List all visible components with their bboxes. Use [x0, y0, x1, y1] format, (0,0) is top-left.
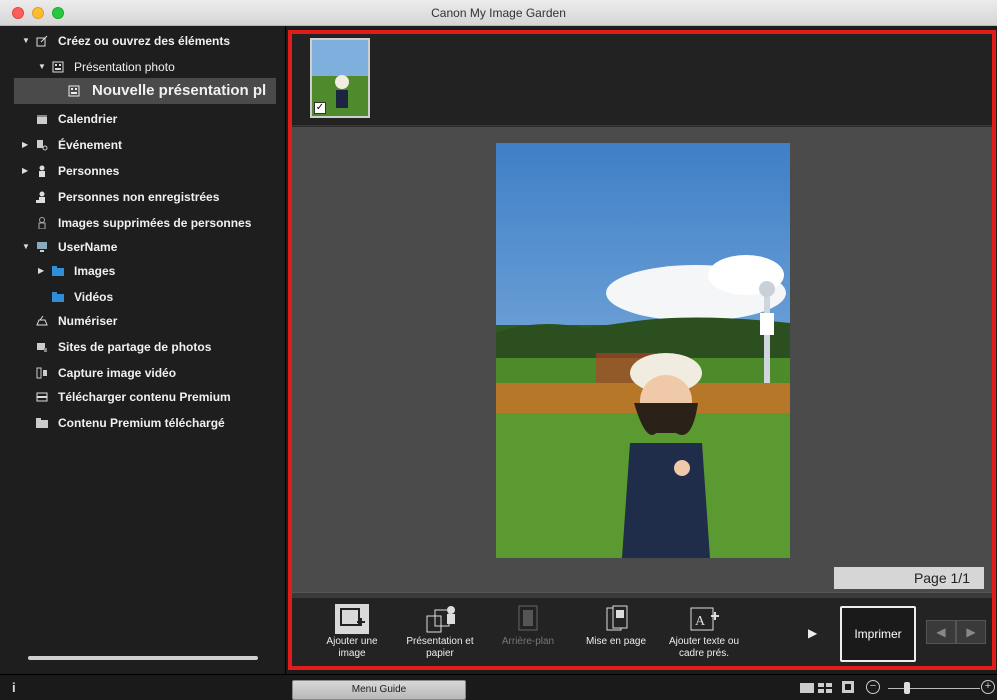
edit-toolbar: Ajouter une image Présentation et papier…: [292, 598, 992, 666]
sidebar-item-photo-sharing[interactable]: Sites de partage de photos: [22, 336, 282, 358]
sidebar-item-download-premium[interactable]: Télécharger contenu Premium: [22, 386, 282, 408]
main-edit-area: ✓ Page 1/1 Ajouter une image Présentatio…: [288, 30, 996, 670]
title-bar: Canon My Image Garden: [0, 0, 997, 26]
page-layout-icon: [606, 605, 628, 631]
sidebar-item-label: Événement: [58, 138, 123, 152]
person-icon: [39, 165, 45, 177]
sidebar-item-username[interactable]: ▼ UserName: [22, 236, 282, 258]
zoom-in-button[interactable]: +: [981, 680, 995, 694]
background-label: Arrière-plan: [501, 636, 555, 647]
calendar-icon: [37, 115, 47, 124]
sidebar-item-label: Sites de partage de photos: [58, 340, 212, 354]
add-image-button[interactable]: Ajouter une image: [312, 602, 392, 666]
video-capture-icon: [36, 367, 47, 379]
sidebar-item-calendar[interactable]: Calendrier: [22, 108, 282, 130]
layout-preview: Page 1/1: [292, 127, 992, 592]
create-icon: [36, 35, 48, 47]
sidebar-item-downloaded-premium[interactable]: Contenu Premium téléchargé: [22, 412, 282, 434]
sidebar-item-event[interactable]: ▶ Événement: [22, 134, 282, 156]
photo-canvas[interactable]: [496, 143, 790, 558]
zoom-slider-knob[interactable]: [904, 682, 910, 694]
sidebar-item-label: Nouvelle présentation pl: [92, 82, 267, 99]
scan-icon: [36, 315, 48, 326]
expand-arrow-icon[interactable]: ▼: [22, 30, 32, 52]
sidebar-item-label: Vidéos: [74, 290, 114, 304]
expand-arrow-icon[interactable]: ▶: [22, 160, 32, 182]
sidebar-item-label: Créez ou ouvrez des éléments: [58, 34, 231, 48]
status-bar: i Menu Guide − +: [0, 674, 997, 700]
add-text-label: Ajouter texte ou cadre prés.: [668, 636, 740, 659]
zoom-slider-track[interactable]: [888, 688, 980, 689]
sidebar-item-unregistered-people[interactable]: Personnes non enregistrées: [22, 186, 282, 208]
sidebar-item-people[interactable]: ▶ Personnes: [22, 160, 282, 182]
add-text-frame-button[interactable]: A Ajouter texte ou cadre prés.: [664, 602, 744, 666]
layout-icon: [68, 85, 80, 97]
sidebar: ▼ Créez ou ouvrez des éléments ▼ Présent…: [0, 26, 286, 674]
page-layout-button[interactable]: Mise en page: [576, 602, 656, 666]
layout-paper-button[interactable]: Présentation et papier: [400, 602, 480, 666]
sidebar-item-label: Capture image vidéo: [58, 366, 177, 380]
download-icon: [36, 392, 48, 402]
event-icon: [37, 140, 48, 151]
sidebar-scrollbar[interactable]: [28, 656, 258, 660]
sidebar-item-label: Personnes: [58, 164, 120, 178]
view-grid-icon[interactable]: [818, 683, 832, 693]
person-outline-icon: [38, 217, 46, 229]
folder-icon: [36, 418, 48, 428]
expand-arrow-icon[interactable]: ▶: [22, 134, 32, 156]
image-thumbnail[interactable]: ✓: [310, 38, 370, 118]
expand-arrow-icon[interactable]: ▼: [22, 236, 32, 258]
layout-paper-label: Présentation et papier: [406, 636, 474, 659]
sidebar-item-scan[interactable]: Numériser: [22, 310, 282, 332]
page-indicator-tab[interactable]: Page 1/1: [834, 567, 984, 589]
sidebar-item-create[interactable]: ▼ Créez ou ouvrez des éléments: [22, 30, 282, 52]
info-button[interactable]: i: [12, 680, 22, 695]
view-single-icon[interactable]: [800, 683, 814, 693]
sidebar-item-label: Télécharger contenu Premium: [58, 390, 231, 404]
expand-arrow-icon[interactable]: ▼: [38, 56, 48, 78]
fit-to-window-icon[interactable]: [842, 681, 854, 693]
child-photo-image: [496, 143, 790, 558]
print-button[interactable]: Imprimer: [840, 606, 916, 662]
selected-checkbox[interactable]: ✓: [314, 102, 326, 114]
next-page-button[interactable]: ▶: [956, 620, 986, 644]
sidebar-item-label: UserName: [58, 240, 118, 254]
sidebar-item-deleted-people-images[interactable]: Images supprimées de personnes: [22, 212, 282, 234]
sidebar-item-label: Calendrier: [58, 112, 118, 126]
sidebar-item-label: Contenu Premium téléchargé: [58, 416, 225, 430]
background-icon: [518, 605, 538, 631]
sidebar-item-label: Images: [74, 264, 116, 278]
sidebar-item-label: Présentation photo: [74, 60, 175, 74]
menu-guide-button[interactable]: Menu Guide: [292, 680, 466, 700]
sidebar-item-photo-layout[interactable]: ▼ Présentation photo: [38, 56, 278, 78]
folder-icon: [52, 266, 64, 276]
sidebar-item-videos[interactable]: Vidéos: [38, 286, 278, 308]
svg-text:A: A: [695, 614, 706, 629]
sidebar-item-label: Numériser: [58, 314, 118, 328]
add-image-label: Ajouter une image: [326, 636, 378, 659]
window-title: Canon My Image Garden: [431, 6, 566, 20]
sidebar-item-new-photo-layout[interactable]: Nouvelle présentation pl: [14, 78, 276, 104]
page-layout-label: Mise en page: [585, 636, 647, 647]
layout-icon: [52, 61, 64, 73]
toolbar-next-arrow-icon[interactable]: ▶: [808, 626, 818, 640]
sidebar-item-images[interactable]: ▶ Images: [38, 260, 278, 282]
computer-icon: [37, 242, 47, 252]
person-unregistered-icon: [36, 191, 45, 203]
previous-page-button[interactable]: ◀: [926, 620, 956, 644]
folder-icon: [52, 292, 64, 302]
sidebar-item-label: Images supprimées de personnes: [58, 216, 252, 230]
sidebar-item-video-capture[interactable]: Capture image vidéo: [22, 362, 282, 384]
expand-arrow-icon[interactable]: ▶: [38, 260, 48, 282]
zoom-out-button[interactable]: −: [866, 680, 880, 694]
layout-paper-icon: [426, 606, 455, 633]
add-text-icon: A: [690, 607, 719, 631]
add-image-icon: [335, 604, 369, 634]
image-filmstrip: ✓: [292, 34, 992, 126]
share-icon: [37, 343, 47, 352]
sidebar-item-label: Personnes non enregistrées: [58, 190, 220, 204]
background-button[interactable]: Arrière-plan: [488, 602, 568, 666]
